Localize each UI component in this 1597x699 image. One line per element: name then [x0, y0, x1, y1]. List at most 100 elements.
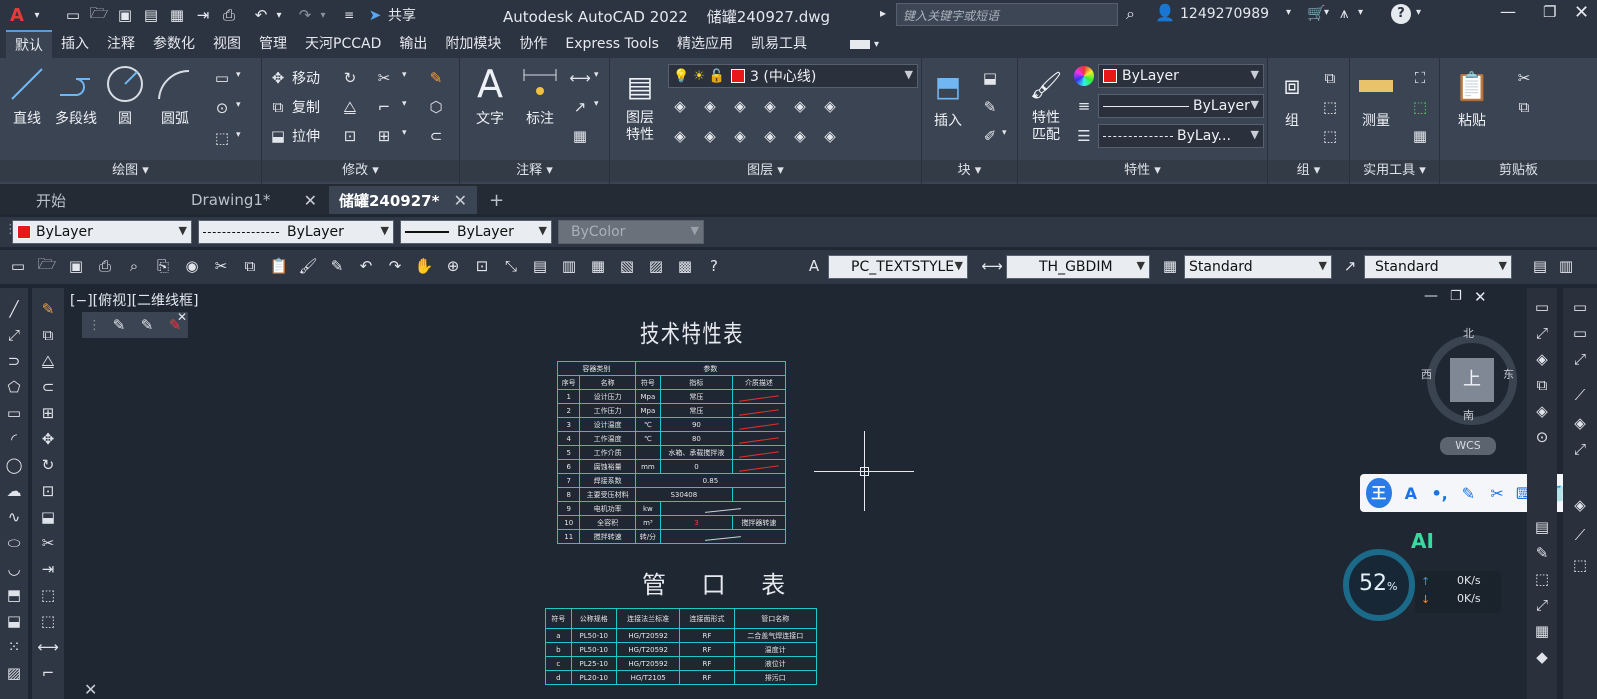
design-center-icon[interactable]: ▥: [559, 256, 579, 276]
tab-output[interactable]: 输出: [390, 30, 436, 58]
plot-icon[interactable]: ⎙: [220, 6, 238, 24]
ime-font-icon[interactable]: A: [1402, 482, 1421, 504]
table-icon[interactable]: ▦: [570, 126, 590, 146]
color-dropdown[interactable]: ByLayer ▼: [1098, 64, 1264, 88]
break-tool-icon[interactable]: ⬚: [37, 610, 59, 632]
help-tool-icon[interactable]: ?: [704, 256, 724, 276]
offset-tool-icon[interactable]: ⊂: [37, 376, 59, 398]
properties-palette-icon[interactable]: ▤: [530, 256, 550, 276]
panel-groups-title[interactable]: 组 ▾: [1268, 160, 1349, 182]
tool-palette-icon[interactable]: ▦: [588, 256, 608, 276]
stretch-tool-icon[interactable]: ⬓: [37, 506, 59, 528]
minimize-icon[interactable]: —: [1500, 2, 1516, 21]
search-expand-icon[interactable]: ▸: [880, 6, 886, 20]
draw-rectangle-icon[interactable]: ▭: [3, 402, 25, 424]
publish-icon[interactable]: ⎘: [153, 256, 173, 276]
hatch-icon[interactable]: ⊙: [212, 98, 232, 118]
viewport-close-icon[interactable]: ✕: [1474, 288, 1487, 306]
calc-icon[interactable]: ▩: [675, 256, 695, 276]
close-tab-icon[interactable]: ✕: [454, 191, 467, 210]
mini-grip-icon[interactable]: ⋮: [88, 318, 101, 333]
cart-icon[interactable]: 🛒: [1307, 4, 1326, 22]
text-style-icon[interactable]: A: [804, 256, 824, 276]
tab-manage[interactable]: 管理: [250, 30, 296, 58]
help-dropdown-icon[interactable]: ▾: [1416, 7, 1421, 18]
trim-tool-icon[interactable]: ✂: [37, 532, 59, 554]
autocad-logo-icon[interactable]: A: [8, 5, 26, 26]
zoom-realtime-icon[interactable]: ⊕: [443, 256, 463, 276]
fillet-icon[interactable]: ⌐: [374, 97, 394, 117]
search-input[interactable]: 键入关键字或短语: [896, 3, 1118, 26]
array-tool-icon[interactable]: ⊞: [37, 402, 59, 424]
text-button[interactable]: A 文字: [468, 62, 512, 128]
save-as-icon[interactable]: ▤: [142, 6, 160, 24]
calculator-icon[interactable]: ▦: [1410, 126, 1430, 146]
linetype-control-dropdown[interactable]: ByLayer ▼: [198, 220, 394, 244]
preview-icon[interactable]: ⌕: [124, 256, 144, 276]
polyline-button[interactable]: 多段线: [52, 64, 100, 128]
zoom-window-icon[interactable]: ⊡: [472, 256, 492, 276]
copy-object-icon[interactable]: ⧉: [37, 324, 59, 346]
rt2-tool-3-icon[interactable]: ⤢: [1569, 348, 1591, 370]
zoom-previous-icon[interactable]: ⤡: [501, 256, 521, 276]
mirror-icon[interactable]: ⧋: [340, 97, 360, 117]
layer-tool-2-icon[interactable]: ◈: [700, 96, 720, 116]
autodesk-app-icon[interactable]: ⩚: [1340, 4, 1348, 22]
viewport-minimize-icon[interactable]: —: [1424, 288, 1438, 304]
search-icon[interactable]: ⌕: [1126, 4, 1135, 24]
layer-dropdown[interactable]: 💡 ☀ 🔓 3 (中心线) ▼: [668, 64, 918, 88]
rt2-tool-5-icon[interactable]: ◈: [1569, 412, 1591, 434]
group-select-icon[interactable]: ⬚: [1320, 126, 1340, 146]
draw-arc-icon[interactable]: ◜: [3, 428, 25, 450]
leader-icon[interactable]: ↗: [570, 97, 590, 117]
ribbon-options-dropdown-icon[interactable]: ▾: [874, 39, 879, 50]
rt2-tool-6-icon[interactable]: ⤢: [1569, 438, 1591, 460]
block-editor-icon[interactable]: ✎: [327, 256, 347, 276]
draw-polygon-icon[interactable]: ⬠: [3, 376, 25, 398]
mirror-tool-icon[interactable]: ⧋: [37, 350, 59, 372]
ime-logo-icon[interactable]: 王: [1366, 478, 1392, 508]
tab-view[interactable]: 视图: [204, 30, 250, 58]
paste-tool-icon[interactable]: 📋: [269, 256, 289, 276]
draw-ellipse-arc-icon[interactable]: ◡: [3, 558, 25, 580]
rotate-tool-icon[interactable]: ↻: [37, 454, 59, 476]
layer-tool-12-icon[interactable]: ◈: [820, 126, 840, 146]
dim-style-dropdown[interactable]: TH_GBDIM ▼: [1006, 255, 1150, 279]
rt-tool-11-icon[interactable]: ▦: [1531, 620, 1553, 642]
new-tab-button[interactable]: +: [479, 186, 514, 214]
ime-scissors-icon[interactable]: ✂: [1488, 482, 1507, 504]
layer-tool-7-icon[interactable]: ◈: [670, 126, 690, 146]
panel-utilities-title[interactable]: 实用工具 ▾: [1350, 160, 1439, 182]
mleader-style-icon[interactable]: ↗: [1340, 256, 1360, 276]
tab-addins[interactable]: 附加模块: [436, 30, 510, 58]
export-icon[interactable]: ⇥: [194, 6, 212, 24]
viewcube-south[interactable]: 南: [1463, 407, 1474, 423]
markup-icon[interactable]: ▨: [646, 256, 666, 276]
tab-parametric[interactable]: 参数化: [144, 30, 204, 58]
layer-tool-11-icon[interactable]: ◈: [790, 126, 810, 146]
join-tool-icon[interactable]: ⟷: [37, 636, 59, 658]
panel-properties-title[interactable]: 特性 ▾: [1018, 160, 1267, 182]
viewport-restore-icon[interactable]: ❐: [1450, 289, 1462, 304]
lineweight-dropdown[interactable]: ByLayer ▼: [1098, 94, 1264, 118]
linetype-dropdown[interactable]: ByLay... ▼: [1098, 124, 1264, 148]
lineweight-icon[interactable]: ≡: [1074, 96, 1094, 116]
viewport-label[interactable]: [−][俯视][二维线框]: [70, 290, 199, 310]
redo-dropdown-icon[interactable]: ▾: [314, 6, 332, 24]
hatch-dropdown-icon[interactable]: ▾: [236, 100, 241, 110]
ime-pen-icon[interactable]: ✎: [1459, 482, 1478, 504]
layer-tool-8-icon[interactable]: ◈: [700, 126, 720, 146]
cut-icon[interactable]: ✂: [1514, 68, 1534, 88]
edit-block-icon[interactable]: ✎: [980, 97, 1000, 117]
paste-button[interactable]: 📋 粘贴: [1450, 66, 1494, 130]
linetype-icon[interactable]: ☰: [1074, 126, 1094, 146]
dimension-button[interactable]: 标注: [518, 64, 562, 128]
explode-icon[interactable]: ⬡: [426, 97, 446, 117]
boundary-icon[interactable]: ⬚: [212, 128, 232, 148]
doc-tab-current[interactable]: 储罐240927* ✕: [329, 186, 477, 214]
panel-modify-title[interactable]: 修改 ▾: [262, 160, 459, 182]
rt2-tool-2-icon[interactable]: ▭: [1569, 322, 1591, 344]
array-dropdown-icon[interactable]: ▾: [402, 128, 407, 138]
rt-tool-6-icon[interactable]: ⊙: [1531, 426, 1553, 448]
layer-tool-9-icon[interactable]: ◈: [730, 126, 750, 146]
